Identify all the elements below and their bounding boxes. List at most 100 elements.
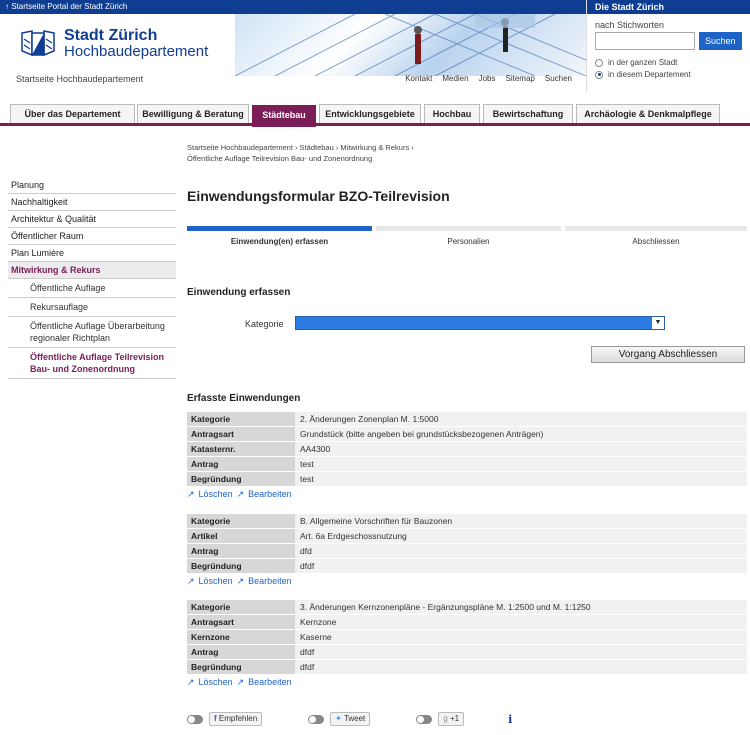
tab-bewilligung-beratung[interactable]: Bewilligung & Beratung (137, 104, 249, 123)
kategorie-select[interactable]: ▼ (295, 316, 665, 330)
entry-value: Grundstück (bitte angeben bei grundstück… (295, 427, 747, 441)
radio-whole-city[interactable] (595, 58, 603, 67)
tab-archaeologie[interactable]: Archäologie & Denkmalpflege (576, 104, 720, 123)
table-row: Kategorie B. Allgemeine Vorschriften für … (187, 514, 747, 529)
external-edit-icon: ↗ (187, 576, 195, 586)
vorgang-abschliessen-button[interactable]: Vorgang Abschliessen (591, 346, 745, 363)
delete-link[interactable]: Löschen (199, 676, 233, 688)
toggle-google-plus[interactable] (416, 714, 433, 724)
tab-entwicklungsgebiete[interactable]: Entwicklungsgebiete (319, 104, 421, 123)
header-photo-graphic (235, 14, 586, 76)
radio-whole-city-label: in der ganzen Stadt (608, 58, 678, 67)
sidebar-item-nachhaltigkeit[interactable]: Nachhaltigkeit (8, 194, 176, 211)
search-button[interactable]: Suchen (699, 32, 742, 50)
info-icon[interactable]: i (508, 713, 512, 726)
section-title-erfassen: Einwendung erfassen (187, 287, 291, 298)
search-input[interactable] (595, 32, 695, 50)
sidebar-sub-teilrevision[interactable]: Öffentliche Auflage Teilrevision Bau- un… (8, 348, 176, 379)
entry-value: dfd (295, 544, 747, 558)
edit-link[interactable]: Bearbeiten (248, 488, 292, 500)
sidebar-item-planung[interactable]: Planung (8, 177, 176, 194)
entry-key: Begründung (187, 559, 295, 573)
external-edit-icon: ↗ (236, 677, 245, 687)
portal-link[interactable]: ↑ Startseite Portal der Stadt Zürich (0, 0, 586, 14)
table-row: Antragsart Grundstück (bitte angeben bei … (187, 427, 747, 442)
social-share-bar: f Empfehlen ✦ Tweet g +1 i (187, 712, 512, 726)
header-photo (235, 14, 586, 76)
header-link-kontakt[interactable]: Kontakt (405, 74, 432, 83)
sidebar-sub-richtplan[interactable]: Öffentliche Auflage Überarbeitung region… (8, 317, 176, 348)
entry-key: Kategorie (187, 600, 295, 614)
chevron-down-icon[interactable]: ▼ (652, 317, 664, 329)
sidebar-sub-rekursauflage[interactable]: Rekursauflage (8, 298, 176, 317)
header-link-sitemap[interactable]: Sitemap (506, 74, 535, 83)
entry-key: Antrag (187, 544, 295, 558)
breadcrumb-line-2[interactable]: Öffentliche Auflage Teilrevision Bau- un… (187, 153, 487, 164)
delete-link[interactable]: Löschen (199, 488, 233, 500)
entry-value: Kaserne (295, 630, 747, 644)
entry-key: Antragsart (187, 615, 295, 629)
entry-key: Kategorie (187, 412, 295, 426)
toggle-twitter[interactable] (308, 714, 325, 724)
external-edit-icon: ↗ (187, 489, 195, 499)
entry-value: Kernzone (295, 615, 747, 629)
sidebar-item-mitwirkung[interactable]: Mitwirkung & Rekurs (8, 262, 176, 279)
step-bar-3 (565, 226, 747, 231)
entry-actions: ↗ Löschen ↗ Bearbeiten (187, 575, 747, 587)
site-header: Stadt Zürich Hochbaudepartement Startsei… (0, 14, 586, 92)
tab-bewirtschaftung[interactable]: Bewirtschaftung (483, 104, 573, 123)
entry-key: Antrag (187, 457, 295, 471)
step-bar-2 (376, 226, 561, 231)
entry-value: test (295, 457, 747, 471)
entry-actions: ↗ Löschen ↗ Bearbeiten (187, 676, 747, 688)
table-row: Kernzone Kaserne (187, 630, 747, 645)
facebook-recommend-button[interactable]: f Empfehlen (209, 712, 263, 726)
entry-key: Artikel (187, 529, 295, 543)
google-plus-button[interactable]: g +1 (438, 712, 465, 726)
section-title-erfasste: Erfasste Einwendungen (187, 393, 301, 404)
header-links: Kontakt Medien Jobs Sitemap Suchen (405, 74, 572, 83)
tweet-label: Tweet (343, 714, 366, 723)
tab-staedtebau[interactable]: Städtebau (252, 105, 316, 127)
einwendung-entry-2: Kategorie B. Allgemeine Vorschriften für … (187, 514, 747, 587)
edit-link[interactable]: Bearbeiten (248, 676, 292, 688)
entry-key: Begründung (187, 472, 295, 486)
table-row: Kategorie 2. Änderungen Zonenplan M. 1:50… (187, 412, 747, 427)
breadcrumb-line-1[interactable]: Startseite Hochbaudepartement › Städteba… (187, 142, 487, 153)
delete-link[interactable]: Löschen (199, 575, 233, 587)
toggle-facebook[interactable] (187, 714, 203, 724)
header-home-link[interactable]: Startseite Hochbaudepartement (16, 74, 143, 84)
facebook-icon: f (214, 714, 217, 723)
entry-key: Kernzone (187, 630, 295, 644)
tweet-button[interactable]: ✦ Tweet (330, 712, 371, 726)
tab-hochbau[interactable]: Hochbau (424, 104, 480, 123)
entry-value: AA4300 (295, 442, 747, 456)
search-panel: Die Stadt Zürich nach Stichworten Suchen… (586, 0, 750, 92)
sidebar-sub-oeffentliche-auflage[interactable]: Öffentliche Auflage (8, 279, 176, 298)
table-row: Antrag test (187, 457, 747, 472)
sidebar-item-oeffentlicher-raum[interactable]: Öffentlicher Raum (8, 228, 176, 245)
header-link-medien[interactable]: Medien (442, 74, 468, 83)
sidebar-item-architektur[interactable]: Architektur & Qualität (8, 211, 176, 228)
step-label-3: Abschliessen (632, 237, 680, 246)
logo[interactable]: Stadt Zürich Hochbaudepartement (18, 28, 208, 59)
entry-key: Kategorie (187, 514, 295, 528)
entry-value: dfdf (295, 660, 747, 674)
header-link-suchen[interactable]: Suchen (545, 74, 572, 83)
sidebar-item-plan-lumiere[interactable]: Plan Lumière (8, 245, 176, 262)
einwendung-entry-1: Kategorie 2. Änderungen Zonenplan M. 1:50… (187, 412, 747, 500)
tab-ueber-das-departement[interactable]: Über das Departement (10, 104, 135, 123)
entry-key: Antrag (187, 645, 295, 659)
table-row: Katasternr. AA4300 (187, 442, 747, 457)
search-head[interactable]: Die Stadt Zürich (587, 0, 750, 14)
header-link-jobs[interactable]: Jobs (479, 74, 496, 83)
entry-key: Antragsart (187, 427, 295, 441)
logo-line-1: Stadt Zürich (64, 27, 158, 44)
radio-department[interactable] (595, 70, 603, 79)
entry-value: 3. Änderungen Kernzonenpläne - Ergänzung… (295, 600, 747, 614)
entry-key: Begründung (187, 660, 295, 674)
logo-line-2: Hochbaudepartement (64, 43, 209, 60)
external-edit-icon: ↗ (187, 677, 195, 687)
edit-link[interactable]: Bearbeiten (248, 575, 292, 587)
external-edit-icon: ↗ (236, 489, 245, 499)
